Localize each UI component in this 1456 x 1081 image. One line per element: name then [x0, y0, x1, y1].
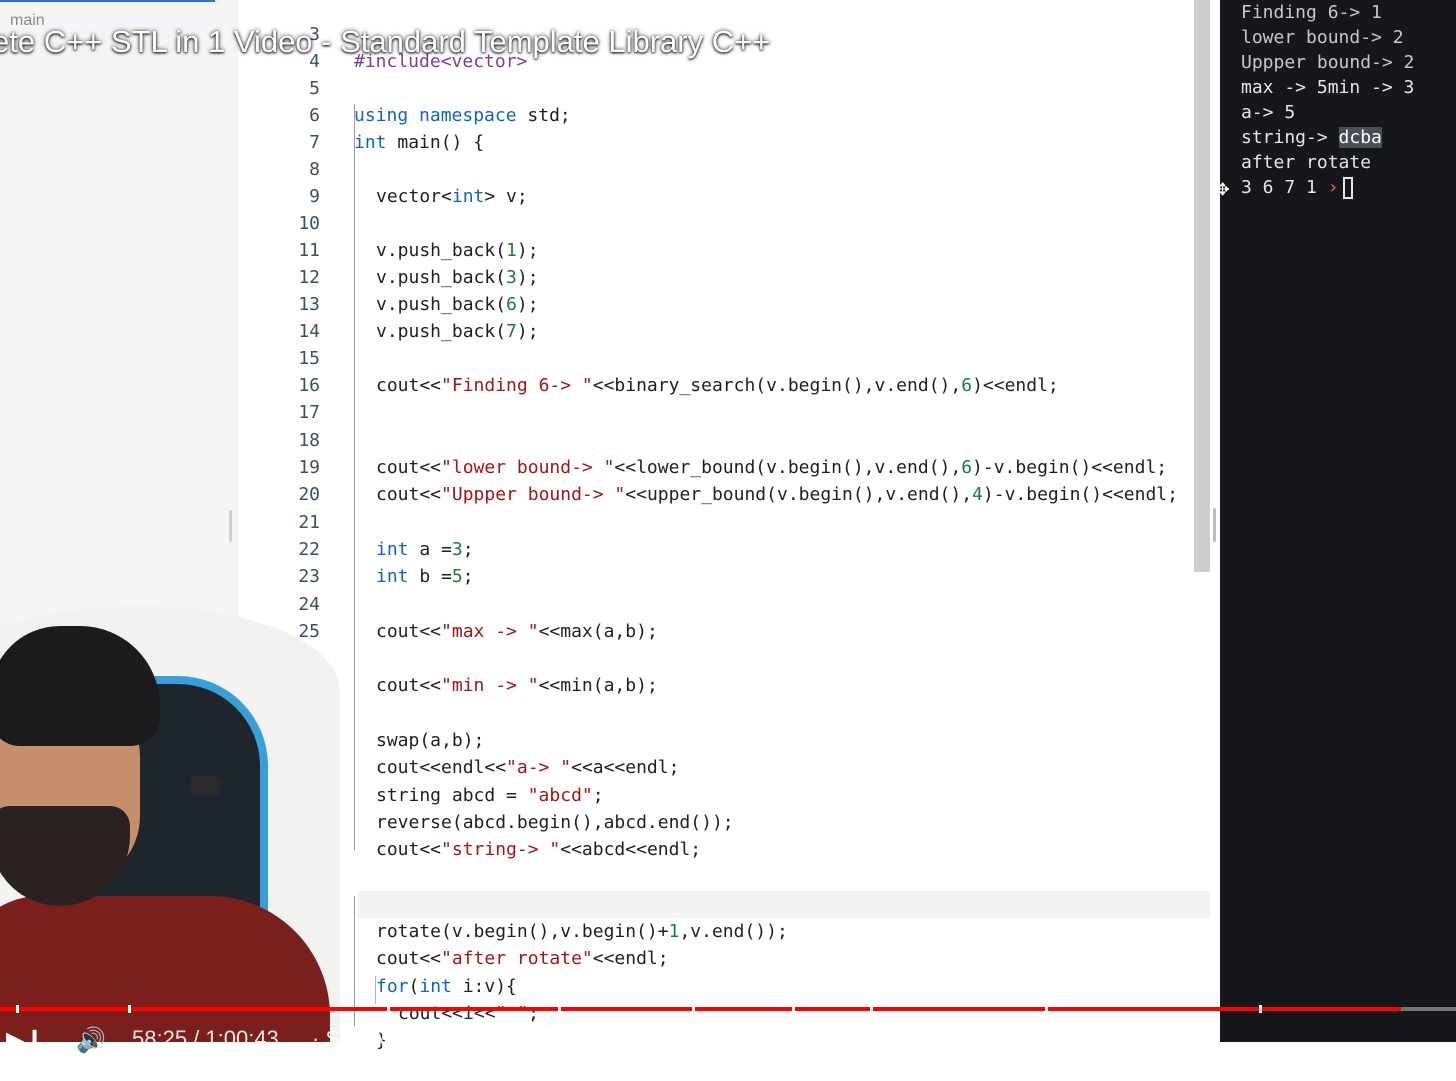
- code-line[interactable]: 28 swap(a,b);: [238, 673, 1210, 751]
- code-token: <<abcd<<endl;: [560, 839, 702, 860]
- editor-scrollbar[interactable]: [1194, 0, 1210, 572]
- code-line[interactable]: 22 int b =5;: [238, 509, 1210, 587]
- code-line[interactable]: 25: [238, 591, 1210, 642]
- code-line[interactable]: 13 v.push_back(7);: [238, 264, 1210, 342]
- code-line[interactable]: cout<<i<<" ";: [238, 973, 1210, 1024]
- terminal-output-line: max -> 5min -> 3: [1241, 77, 1415, 98]
- webcam-overlay: [0, 606, 345, 1042]
- terminal-output-line: Finding 6-> 1: [1241, 2, 1382, 23]
- code-line[interactable]: 11 v.push_back(3);: [238, 210, 1210, 288]
- code-line[interactable]: 15 cout<<"Finding 6-> "<<binary_search(v…: [238, 318, 1210, 396]
- video-title: ete C++ STL in 1 Video - Standard Templa…: [0, 24, 771, 59]
- terminal-output-line: Uppper bound-> 2: [1241, 52, 1415, 73]
- code-token: cout<<: [376, 839, 442, 860]
- code-line[interactable]: 16: [238, 345, 1210, 396]
- code-line[interactable]: 7: [238, 102, 1210, 153]
- code-line[interactable]: 20: [238, 454, 1210, 505]
- code-line[interactable]: 24 cout<<"max -> "<<max(a,b);: [238, 564, 1210, 642]
- code-line[interactable]: string abcd = "abcd";: [238, 755, 1210, 806]
- code-line[interactable]: for(int i:v){: [238, 946, 1210, 997]
- terminal-output-line: string-> dcba: [1241, 125, 1382, 150]
- chapter-marker: [792, 1005, 795, 1013]
- code-line[interactable]: 6 int main() {: [238, 75, 1210, 153]
- code-line[interactable]: 17: [238, 372, 1210, 423]
- code-line[interactable]: 9: [238, 156, 1210, 207]
- code-line[interactable]: 14: [238, 291, 1210, 342]
- volume-icon[interactable]: 🔊: [76, 1026, 106, 1054]
- time-display: 58:25 / 1:00:43: [132, 1026, 279, 1051]
- code-line[interactable]: 21 int a =3;: [238, 482, 1210, 560]
- sidebar-top-rule: [0, 0, 215, 2]
- chapter-marker: [387, 1005, 390, 1013]
- chapter-marker: [558, 1005, 561, 1013]
- code-line[interactable]: 8 vector<int> v;: [238, 129, 1210, 207]
- code-line[interactable]: 26 cout<<"min -> "<<min(a,b);: [238, 618, 1210, 696]
- code-line-current[interactable]: rotate(v.begin(),v.begin()+1,v.end());: [358, 891, 1210, 942]
- chapter-marker: [1259, 1005, 1262, 1013]
- terminal-output-line: a-> 5: [1241, 102, 1296, 123]
- code-line[interactable]: reverse(abcd.begin(),abcd.end());: [238, 782, 1210, 833]
- terminal-cursor: [1342, 177, 1353, 199]
- prompt-chevron-icon: ›: [1327, 177, 1339, 198]
- terminal-selected-text: dcba: [1338, 127, 1382, 148]
- code-line[interactable]: 18 cout<<"lower bound-> "<<lower_bound(v…: [238, 400, 1210, 478]
- editor-splitter-handle[interactable]: [1213, 508, 1216, 542]
- next-video-icon[interactable]: ▶❙: [6, 1026, 45, 1054]
- chapter-marker: [128, 1005, 131, 1013]
- code-line[interactable]: 12 v.push_back(6);: [238, 237, 1210, 315]
- sidebar-splitter-handle[interactable]: [229, 510, 232, 542]
- chapter-marker: [692, 1005, 695, 1013]
- terminal-text: 3 6 7 1: [1241, 177, 1328, 198]
- terminal-output-line: lower bound-> 2: [1241, 27, 1404, 48]
- terminal-output-line: after rotate: [1241, 152, 1372, 173]
- video-controls[interactable]: ▶❙ 🔊 58:25 / 1:00:43 · STL Algorithms › …: [0, 1000, 1456, 1054]
- terminal-text: string->: [1241, 127, 1339, 148]
- code-line[interactable]: 23: [238, 536, 1210, 587]
- lamp: [190, 776, 220, 796]
- code-token: swap(a,b);: [376, 730, 485, 751]
- chapter-marker: [1045, 1005, 1048, 1013]
- chapter-marker: [16, 1005, 19, 1013]
- code-line[interactable]: 19 cout<<"Uppper bound-> "<<upper_bound(…: [238, 427, 1210, 505]
- code-token: "string-> ": [441, 839, 561, 860]
- terminal-prompt-line[interactable]: 3 6 7 1 ›: [1241, 175, 1353, 200]
- terminal-panel[interactable]: Finding 6-> 1 lower bound-> 2 Uppper bou…: [1220, 0, 1456, 1042]
- move-cursor-icon: ✥: [1216, 176, 1230, 201]
- chapter-title[interactable]: · STL Algorithms ›: [312, 1026, 487, 1052]
- progress-bar-fill[interactable]: [0, 1007, 1401, 1011]
- code-editor[interactable]: 3 #include<vector> 4 5 using namespace s…: [238, 0, 1216, 1051]
- code-line[interactable]: cout<<"string-> "<<abcd<<endl;: [238, 809, 1210, 860]
- code-line[interactable]: 27: [238, 645, 1210, 696]
- code-line[interactable]: 10 v.push_back(1);: [238, 183, 1210, 261]
- code-line[interactable]: 29 cout<<endl<<"a-> "<<a<<endl;: [238, 700, 1210, 778]
- code-line[interactable]: cout<<"after rotate"<<endl;: [238, 918, 1210, 969]
- close-icon[interactable]: ✕: [824, 1026, 844, 1054]
- chapter-marker: [870, 1005, 873, 1013]
- code-line[interactable]: 3 #include<vector>: [238, 0, 1210, 72]
